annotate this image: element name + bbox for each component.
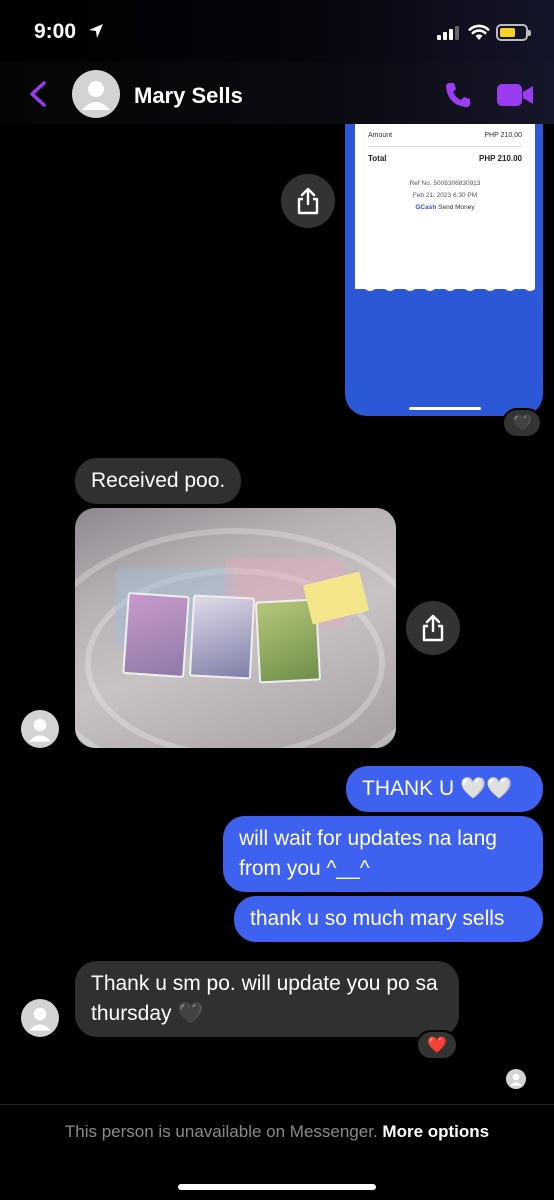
sender-avatar[interactable] xyxy=(21,999,59,1037)
status-time: 9:00 xyxy=(34,20,77,43)
message-reaction[interactable]: ❤️ xyxy=(416,1030,458,1060)
receipt-brand-line: GCash Send Money xyxy=(355,204,535,211)
receipt-amount-label: Amount xyxy=(368,132,393,139)
receipt-amount-value: PHP 210.00 xyxy=(484,132,522,139)
default-avatar-icon xyxy=(28,1007,52,1031)
receipt-brand-suffix: Send Money xyxy=(438,204,475,211)
footer-divider xyxy=(0,1104,554,1105)
share-photo-button[interactable] xyxy=(406,601,460,655)
message-out-thank-you-mary[interactable]: thank u so much mary sells xyxy=(234,896,543,942)
contact-name[interactable]: Mary Sells xyxy=(134,83,243,109)
photocard xyxy=(122,591,190,679)
receipt-ref: Ref No. 5008306830913 xyxy=(409,180,481,187)
default-avatar-icon xyxy=(82,81,110,110)
home-indicator xyxy=(178,1184,376,1190)
status-bar: 9:00 xyxy=(0,0,554,62)
photo-message[interactable] xyxy=(75,508,396,748)
share-icon xyxy=(297,187,319,215)
location-arrow-icon xyxy=(89,24,103,38)
unavailable-notice: This person is unavailable on Messenger.… xyxy=(0,1122,554,1142)
receipt-torn-edge xyxy=(355,284,535,291)
receipt-amount-row: Amount PHP 210.00 xyxy=(368,132,522,139)
conversation-header: Mary Sells xyxy=(0,62,554,124)
receipt-total-value: PHP 210.00 xyxy=(479,154,522,163)
back-chevron-icon[interactable] xyxy=(26,80,50,108)
wifi-icon xyxy=(468,24,490,40)
default-avatar-icon xyxy=(28,718,52,742)
share-icon xyxy=(422,614,444,642)
seen-receipt-avatar xyxy=(506,1069,526,1089)
receipt-home-indicator xyxy=(409,407,481,410)
video-camera-icon[interactable] xyxy=(496,82,534,108)
sender-avatar[interactable] xyxy=(21,710,59,748)
receipt-brand: GCash xyxy=(415,204,437,211)
phone-icon[interactable] xyxy=(443,80,473,110)
receipt-paper: Amount PHP 210.00 Total PHP 210.00 Ref N… xyxy=(355,124,535,289)
message-out-will-wait[interactable]: will wait for updates na lang from you ^… xyxy=(223,816,543,892)
default-avatar-icon xyxy=(510,1073,522,1086)
share-receipt-button[interactable] xyxy=(281,174,335,228)
message-in-thank-u-sm[interactable]: Thank u sm po. will update you po sa thu… xyxy=(75,961,459,1037)
contact-avatar[interactable] xyxy=(72,70,120,118)
receipt-image[interactable]: Amount PHP 210.00 Total PHP 210.00 Ref N… xyxy=(345,124,543,416)
photocard xyxy=(188,594,256,680)
unavailable-text: This person is unavailable on Messenger. xyxy=(64,1122,378,1141)
more-options-link[interactable]: More options xyxy=(382,1122,489,1141)
message-in-received[interactable]: Received poo. xyxy=(75,458,242,504)
signal-icon xyxy=(437,26,459,40)
receipt-total-label: Total xyxy=(368,154,387,163)
message-out-thank-u[interactable]: THANK U 🤍🤍 xyxy=(346,766,543,812)
receipt-divider xyxy=(368,146,522,147)
receipt-date: Feb 21, 2023 6:30 PM xyxy=(412,192,478,199)
receipt-total-row: Total PHP 210.00 xyxy=(368,154,522,163)
receipt-reaction[interactable]: 🖤 xyxy=(502,408,542,438)
battery-icon xyxy=(496,24,531,41)
